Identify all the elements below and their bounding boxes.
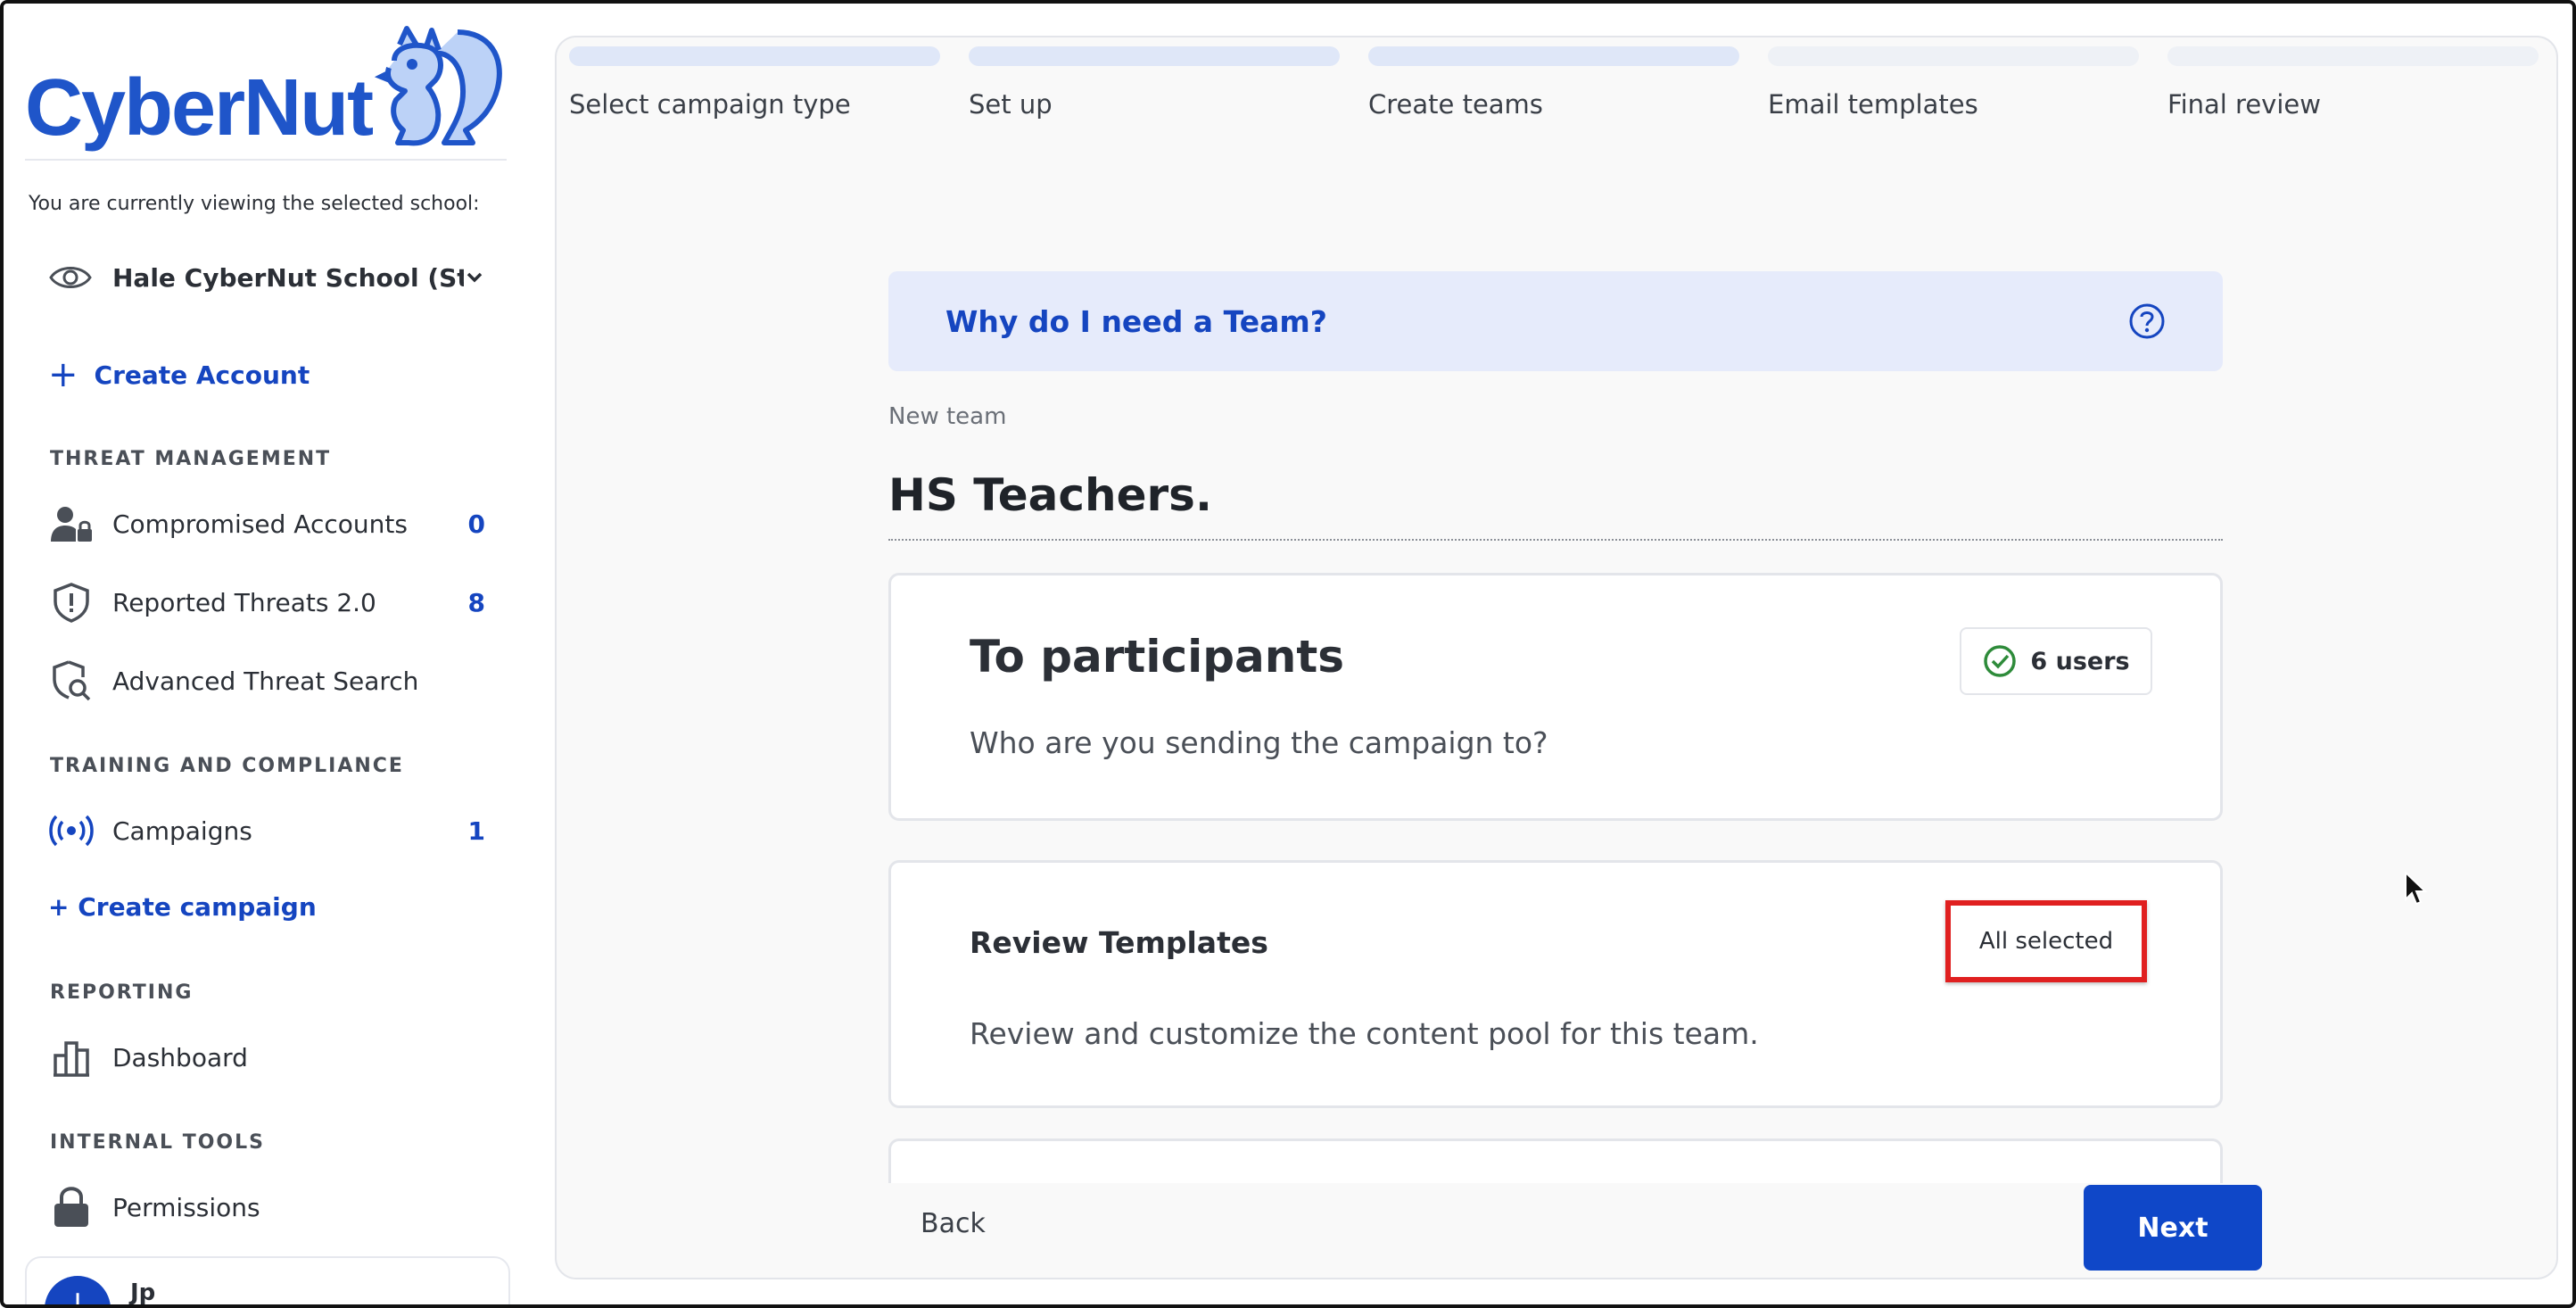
app-window: CyberNut You are currently viewing the s…	[0, 0, 2576, 1308]
sidebar-item-reported-threats[interactable]: Reported Threats 2.0 8	[48, 580, 485, 625]
check-circle-icon	[1984, 645, 2017, 677]
sidebar-item-label: Compromised Accounts	[112, 509, 408, 539]
next-button[interactable]: Next	[2084, 1185, 2262, 1271]
sidebar-item-label: Advanced Threat Search	[112, 666, 419, 696]
logo-divider	[25, 159, 507, 161]
card-title: Review Templates	[970, 925, 1268, 960]
section-reporting: REPORTING	[50, 981, 194, 1004]
mouse-cursor-icon	[2405, 871, 2428, 906]
sidebar-item-label: Reported Threats 2.0	[112, 587, 376, 617]
create-campaign-link[interactable]: + Create campaign	[48, 892, 317, 922]
step-progress-bar	[1368, 46, 1739, 66]
cybernut-logo[interactable]: CyberNut	[25, 25, 502, 159]
back-button[interactable]: Back	[921, 1208, 986, 1239]
count-badge: 8	[467, 587, 485, 617]
step-create-teams[interactable]: Create teams	[1368, 46, 1739, 120]
user-lock-icon	[48, 502, 95, 545]
step-label: Email templates	[1768, 89, 1978, 120]
review-templates-card[interactable]: Review Templates Review and customize th…	[888, 860, 2223, 1108]
user-menu[interactable]: J Jp	[25, 1256, 510, 1306]
step-label: Select campaign type	[569, 89, 851, 120]
user-name: Jp	[130, 1279, 156, 1306]
all-selected-button[interactable]: All selected	[1945, 900, 2147, 982]
step-progress-bar	[1768, 46, 2139, 66]
card-subtitle: Review and customize the content pool fo…	[970, 1016, 1759, 1051]
all-selected-label: All selected	[1978, 928, 2114, 955]
avatar: J	[45, 1276, 111, 1304]
team-name-input[interactable]: HS Teachers.	[888, 469, 2223, 541]
new-team-label: New team	[888, 403, 1007, 430]
viewing-label: You are currently viewing the selected s…	[29, 193, 480, 215]
help-circle-icon	[2129, 303, 2165, 339]
sidebar-item-label: Dashboard	[112, 1042, 248, 1072]
step-set-up[interactable]: Set up	[969, 46, 1340, 120]
faq-question: Why do I need a Team?	[945, 303, 1327, 339]
sidebar-item-label: Campaigns	[112, 815, 252, 846]
bar-chart-icon	[48, 1036, 95, 1079]
step-label: Set up	[969, 89, 1053, 120]
step-progress-bar	[969, 46, 1340, 66]
school-name: Hale CyberNut School (St...	[112, 262, 464, 293]
step-label: Create teams	[1368, 89, 1543, 120]
campaign-wizard: Select campaign type Set up Create teams…	[555, 36, 2558, 1279]
count-badge: 0	[467, 509, 485, 539]
users-count-label: 6 users	[2030, 647, 2130, 675]
create-account-link[interactable]: + Create Account	[48, 357, 310, 393]
section-internal-tools: INTERNAL TOOLS	[50, 1131, 265, 1154]
chevron-down-icon	[466, 272, 483, 283]
sidebar-item-dashboard[interactable]: Dashboard	[48, 1035, 485, 1080]
sidebar-item-label: Permissions	[112, 1192, 260, 1222]
broadcast-icon	[48, 809, 95, 852]
lock-icon	[48, 1186, 95, 1229]
step-email-templates[interactable]: Email templates	[1768, 46, 2139, 120]
shield-alert-icon	[48, 581, 95, 624]
sidebar-item-advanced-threat-search[interactable]: Advanced Threat Search	[48, 658, 485, 703]
card-title: To participants	[970, 631, 1345, 683]
school-selector[interactable]: Hale CyberNut School (St...	[48, 255, 485, 300]
step-progress-bar	[569, 46, 940, 66]
sidebar-item-compromised-accounts[interactable]: Compromised Accounts 0	[48, 501, 485, 546]
step-progress-bar	[2167, 46, 2539, 66]
logo-text: CyberNut	[25, 63, 374, 153]
section-threat-management: THREAT MANAGEMENT	[50, 448, 332, 470]
section-training-compliance: TRAINING AND COMPLIANCE	[50, 755, 404, 777]
sidebar-item-campaigns[interactable]: Campaigns 1	[48, 808, 485, 853]
users-count-badge[interactable]: 6 users	[1960, 627, 2152, 695]
shield-search-icon	[48, 659, 95, 702]
step-select-campaign-type[interactable]: Select campaign type	[569, 46, 940, 120]
eye-icon	[49, 267, 92, 288]
card-subtitle: Who are you sending the campaign to?	[970, 725, 1548, 760]
step-label: Final review	[2167, 89, 2321, 120]
plus-icon: +	[48, 354, 78, 395]
squirrel-logo-icon	[374, 26, 502, 146]
step-final-review[interactable]: Final review	[2167, 46, 2539, 120]
participants-card[interactable]: To participants Who are you sending the …	[888, 573, 2223, 821]
sidebar: CyberNut You are currently viewing the s…	[4, 4, 521, 1306]
count-badge: 1	[467, 815, 485, 846]
why-team-accordion[interactable]: Why do I need a Team?	[888, 271, 2223, 371]
sidebar-item-permissions[interactable]: Permissions	[48, 1185, 485, 1229]
create-account-label: Create Account	[94, 360, 310, 390]
